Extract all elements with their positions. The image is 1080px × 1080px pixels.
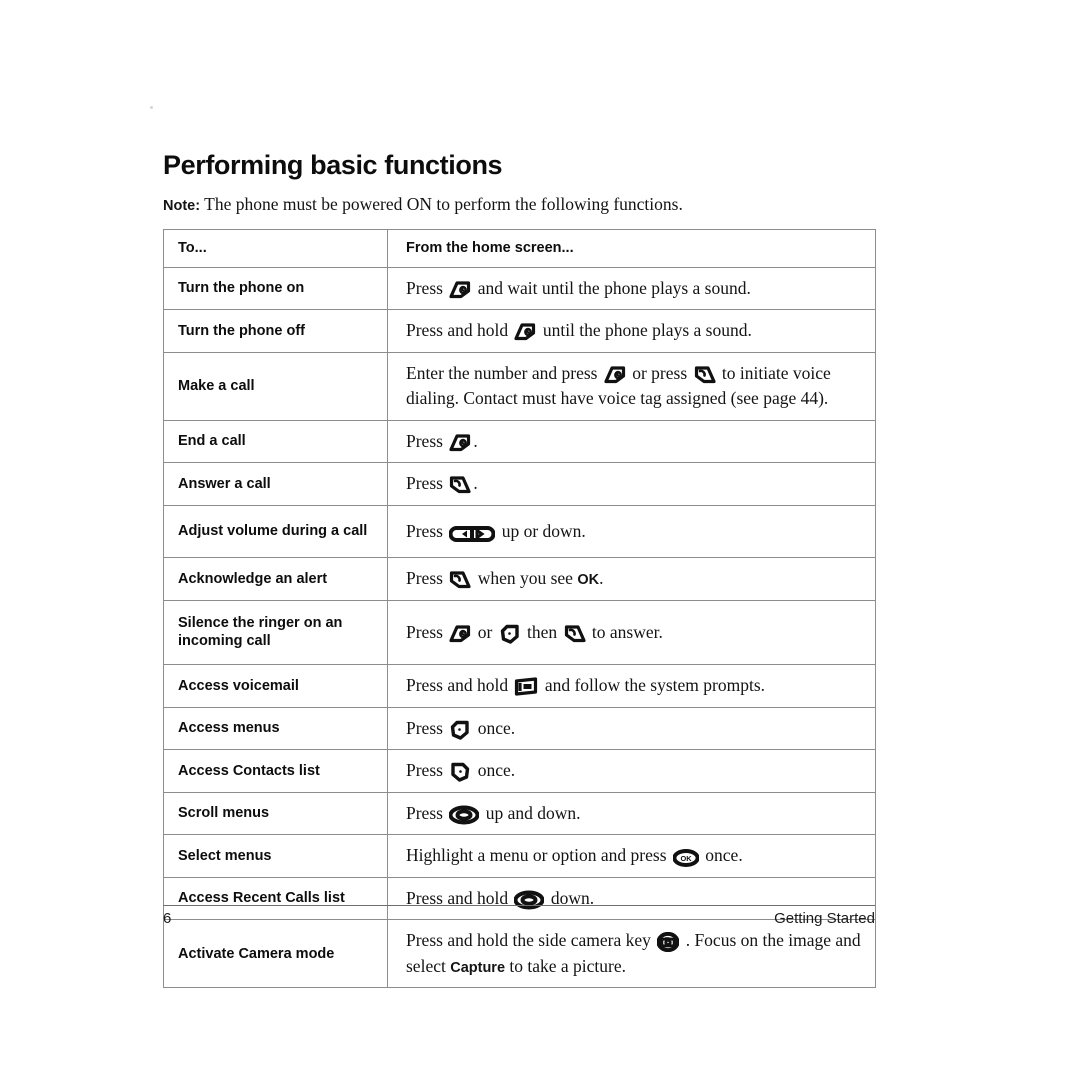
table-row: Adjust volume during a call Press up or d… — [163, 504, 876, 559]
row-instruction: Press once. — [387, 706, 876, 751]
table-row: Access voicemail Press and hold and follo… — [163, 664, 876, 708]
row-instruction: Highlight a menu or option and press OK … — [387, 834, 876, 878]
table-row: Access menus Press once. — [163, 706, 876, 751]
note-label: Note: — [163, 198, 201, 214]
row-action-label: End a call — [163, 419, 388, 464]
row-action-label: Select menus — [163, 834, 388, 878]
right-soft-key-icon — [449, 762, 471, 782]
left-soft-key-icon — [449, 720, 471, 740]
end-power-key-icon — [449, 433, 471, 453]
row-instruction: Press and hold until the phone plays a s… — [387, 309, 876, 353]
navigation-key-icon — [514, 890, 544, 910]
table-row: Make a call Enter the number and press or… — [163, 351, 876, 421]
svg-text:OK: OK — [680, 854, 692, 863]
row-instruction: Press . — [387, 419, 876, 464]
table-row: Access Contacts list Press once. — [163, 749, 876, 793]
table-body: Turn the phone on Press and wait until th… — [163, 266, 876, 989]
row-instruction: Press and wait until the phone plays a s… — [387, 266, 876, 311]
row-action-label: Access Contacts list — [163, 749, 388, 793]
row-action-label: Answer a call — [163, 462, 388, 506]
volume-rocker-key-icon — [449, 525, 495, 543]
column-header-instruction: From the home screen... — [387, 229, 876, 268]
table-row: Turn the phone off Press and hold until t… — [163, 309, 876, 353]
footer-section-label: Getting Started — [774, 910, 875, 927]
table-row: Turn the phone on Press and wait until th… — [163, 266, 876, 311]
table-row: Acknowledge an alert Press when you see O… — [163, 557, 876, 601]
table-header-row: To... From the home screen... — [163, 229, 876, 268]
page-content: Performing basic functions Note: The pho… — [163, 150, 876, 989]
page-footer: 6 Getting Started — [163, 910, 875, 927]
row-action-label: Scroll menus — [163, 791, 388, 836]
row-action-label: Turn the phone off — [163, 309, 388, 353]
row-action-label: Activate Camera mode — [163, 919, 388, 989]
row-instruction: Press up or down. — [387, 504, 876, 559]
table-row: Scroll menus Press up and down. — [163, 791, 876, 836]
table-row: End a call Press . — [163, 419, 876, 464]
table-row: Select menus Highlight a menu or option a… — [163, 834, 876, 878]
scan-artifact — [150, 106, 153, 109]
send-key-icon — [564, 624, 586, 644]
row-instruction: Press . — [387, 462, 876, 506]
row-action-label: Make a call — [163, 351, 388, 421]
row-instruction: Enter the number and press or press to i… — [387, 351, 876, 421]
row-instruction: Press and hold and follow the system pro… — [387, 664, 876, 708]
row-instruction: Press when you see OK. — [387, 557, 876, 601]
ok-key-icon: OK — [673, 849, 699, 867]
row-instruction: Press up and down. — [387, 791, 876, 836]
end-power-key-icon — [604, 365, 626, 385]
note-line: Note: The phone must be powered ON to pe… — [163, 194, 875, 215]
send-key-icon — [449, 475, 471, 495]
footer-divider — [163, 905, 875, 906]
end-power-key-icon — [449, 280, 471, 300]
camera-key-icon — [657, 932, 679, 952]
table-row: Silence the ringer on an incoming call Pr… — [163, 599, 876, 666]
end-power-key-icon — [449, 624, 471, 644]
end-power-key-icon — [514, 322, 536, 342]
navigation-key-icon — [449, 805, 479, 825]
row-instruction: Press or then to answer. — [387, 599, 876, 666]
emphasis-text: Capture — [450, 959, 506, 976]
table-row: Answer a call Press . — [163, 462, 876, 506]
send-key-icon — [694, 365, 716, 385]
left-soft-key-icon — [499, 624, 521, 644]
row-action-label: Access menus — [163, 706, 388, 751]
column-header-action: To... — [163, 229, 388, 268]
basic-functions-table: To... From the home screen... Turn the p… — [163, 229, 876, 989]
row-action-label: Silence the ringer on an incoming call — [163, 599, 388, 666]
row-action-label: Turn the phone on — [163, 266, 388, 311]
row-instruction: Press and hold the side camera key . Foc… — [387, 919, 876, 989]
row-action-label: Acknowledge an alert — [163, 557, 388, 601]
note-text: The phone must be powered ON to perform … — [204, 194, 683, 214]
row-action-label: Adjust volume during a call — [163, 504, 388, 559]
footer-page-number: 6 — [163, 910, 172, 927]
emphasis-text: OK — [577, 572, 600, 589]
table-row: Activate Camera mode Press and hold the s… — [163, 919, 876, 989]
row-action-label: Access voicemail — [163, 664, 388, 708]
voicemail-one-key-icon — [514, 677, 538, 697]
send-key-icon — [449, 570, 471, 590]
manual-page: Performing basic functions Note: The pho… — [0, 0, 1080, 1080]
row-instruction: Press once. — [387, 749, 876, 793]
page-title: Performing basic functions — [163, 150, 503, 180]
